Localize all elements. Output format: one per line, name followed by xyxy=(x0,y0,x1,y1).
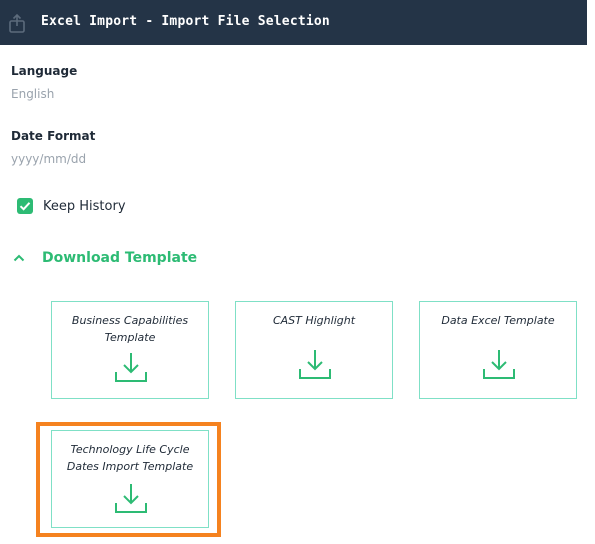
language-label: Language xyxy=(11,64,78,78)
date-format-label: Date Format xyxy=(11,129,96,143)
date-format-value[interactable]: yyyy/mm/dd xyxy=(11,152,86,166)
keep-history-checkbox[interactable] xyxy=(17,198,33,214)
download-icon xyxy=(115,484,147,513)
template-card-label: CAST Highlight xyxy=(272,314,356,327)
download-template-label: Download Template xyxy=(42,250,198,266)
checkmark-icon xyxy=(19,202,31,211)
template-card-technology-life-cycle[interactable]: Technology Life Cycle Dates Import Templ… xyxy=(51,430,209,528)
export-icon xyxy=(9,13,25,33)
download-icon xyxy=(115,353,147,382)
template-card-cast-highlight[interactable]: CAST Highlight xyxy=(235,301,393,399)
template-card-label: Data Excel Template xyxy=(441,314,555,327)
download-template-toggle[interactable]: Download Template xyxy=(12,248,197,268)
download-icon xyxy=(299,350,331,379)
template-card-data-excel[interactable]: Data Excel Template xyxy=(419,301,577,399)
chevron-up-icon xyxy=(13,254,25,262)
window-title: Excel Import - Import File Selection xyxy=(41,14,330,29)
template-card-label: Technology Life Cycle Dates Import Templ… xyxy=(66,443,194,473)
keep-history-label[interactable]: Keep History xyxy=(43,199,126,214)
template-card-label: Business Capabilities Template xyxy=(71,314,189,344)
window-header: Excel Import - Import File Selection xyxy=(0,0,587,45)
download-icon xyxy=(483,350,515,379)
language-value[interactable]: English xyxy=(11,87,54,101)
template-card-business-capabilities[interactable]: Business Capabilities Template xyxy=(51,301,209,399)
